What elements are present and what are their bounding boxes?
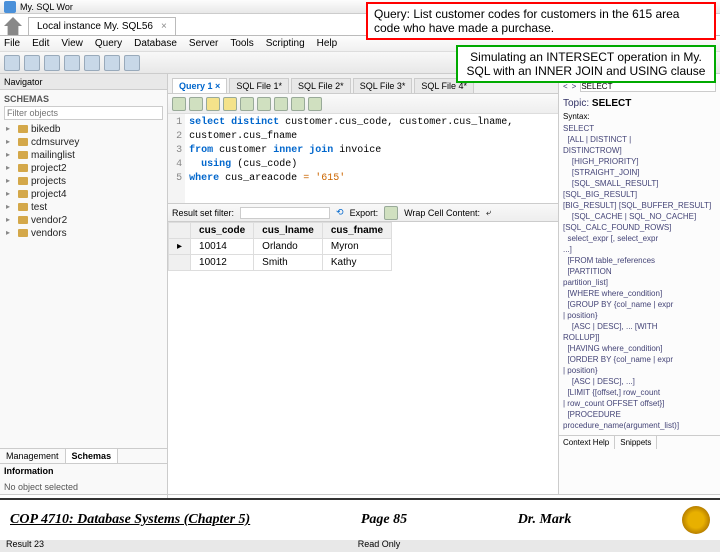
tab-schemas[interactable]: Schemas xyxy=(66,449,119,463)
database-icon xyxy=(18,190,28,198)
view-icon[interactable] xyxy=(84,55,100,71)
result-grid[interactable]: cus_code cus_lname cus_fname ▸ 10014 Orl… xyxy=(168,222,558,494)
editor-area: Query 1 × SQL File 1* SQL File 2* SQL Fi… xyxy=(168,74,558,494)
schema-item[interactable]: project4 xyxy=(4,188,163,201)
connection-tab[interactable]: Local instance My. SQL56 × xyxy=(28,17,176,35)
callout-query: Query: List customer codes for customers… xyxy=(366,2,716,40)
home-icon[interactable] xyxy=(4,17,22,35)
author: Dr. Mark xyxy=(518,512,572,528)
navigator-panel: Navigator SCHEMAS bikedb cdmsurvey maili… xyxy=(0,74,168,494)
schema-item[interactable]: mailinglist xyxy=(4,149,163,162)
col-header[interactable]: cus_lname xyxy=(254,223,323,239)
sql-toolbar xyxy=(168,94,558,114)
help-topic: Topic: SELECT xyxy=(563,98,716,109)
page-number: Page 85 xyxy=(361,512,407,528)
info-text: No object selected xyxy=(4,482,163,492)
ucf-logo-icon xyxy=(682,506,710,534)
schema-item[interactable]: cdmsurvey xyxy=(4,136,163,149)
schema-item[interactable]: vendors xyxy=(4,227,163,240)
menu-edit[interactable]: Edit xyxy=(32,38,49,49)
schema-item[interactable]: project2 xyxy=(4,162,163,175)
database-icon xyxy=(18,164,28,172)
database-icon xyxy=(18,125,28,133)
sql-tab-file2[interactable]: SQL File 2* xyxy=(291,78,351,93)
sql-tab-file1[interactable]: SQL File 1* xyxy=(229,78,289,93)
schema-filter[interactable] xyxy=(4,106,163,120)
help-tabs: Context Help Snippets xyxy=(558,435,720,449)
menu-scripting[interactable]: Scripting xyxy=(266,38,305,49)
explain-icon[interactable] xyxy=(240,97,254,111)
schema-list: bikedb cdmsurvey mailinglist project2 pr… xyxy=(4,123,163,240)
tab-context-help[interactable]: Context Help xyxy=(558,436,615,449)
database-icon xyxy=(18,138,28,146)
table-row[interactable]: ▸ 10014 Orlando Myron xyxy=(169,239,392,255)
col-header[interactable]: cus_fname xyxy=(322,223,391,239)
schemas-label: SCHEMAS xyxy=(4,94,163,104)
status-center: Read Only xyxy=(358,539,401,549)
sql-editor[interactable]: 12345 select distinct customer.cus_code,… xyxy=(168,114,558,204)
inspector-icon[interactable] xyxy=(44,55,60,71)
rollback-icon[interactable] xyxy=(291,97,305,111)
database-icon xyxy=(18,229,28,237)
info-header: Information xyxy=(4,466,163,476)
database-icon xyxy=(18,216,28,224)
menu-database[interactable]: Database xyxy=(134,38,177,49)
close-icon[interactable]: × xyxy=(161,21,167,32)
table-icon[interactable] xyxy=(64,55,80,71)
save-script-icon[interactable] xyxy=(189,97,203,111)
export-icon[interactable] xyxy=(384,206,398,220)
tab-snippets[interactable]: Snippets xyxy=(615,436,657,449)
table-row[interactable]: 10012 Smith Kathy xyxy=(169,255,392,271)
close-icon[interactable]: × xyxy=(215,81,220,91)
schema-item[interactable]: test xyxy=(4,201,163,214)
navigator-header: Navigator xyxy=(0,74,167,90)
line-gutter: 12345 xyxy=(168,114,185,203)
syntax-label: Syntax: xyxy=(563,112,716,121)
database-icon xyxy=(18,177,28,185)
menu-help[interactable]: Help xyxy=(317,38,338,49)
callout-note: Simulating an INTERSECT operation in My.… xyxy=(456,45,716,83)
schema-item[interactable]: vendor2 xyxy=(4,214,163,227)
procedure-icon[interactable] xyxy=(104,55,120,71)
menu-view[interactable]: View xyxy=(61,38,83,49)
new-sql-icon[interactable] xyxy=(4,55,20,71)
slide-footer: COP 4710: Database Systems (Chapter 5) P… xyxy=(0,498,720,540)
information-panel: Information No object selected xyxy=(0,463,167,494)
result-filter-input[interactable] xyxy=(240,207,330,219)
sql-tab-query1[interactable]: Query 1 × xyxy=(172,78,227,93)
menu-file[interactable]: File xyxy=(4,38,20,49)
wrap-label: Wrap Cell Content: xyxy=(404,208,480,218)
col-header[interactable]: cus_code xyxy=(191,223,254,239)
course-title: COP 4710: Database Systems (Chapter 5) xyxy=(10,512,250,528)
connection-tab-label: Local instance My. SQL56 xyxy=(37,21,153,32)
help-panel: < > Topic: SELECT Syntax: SELECT [ALL | … xyxy=(558,74,720,494)
tab-management[interactable]: Management xyxy=(0,449,66,463)
schema-item[interactable]: bikedb xyxy=(4,123,163,136)
execute-current-icon[interactable] xyxy=(223,97,237,111)
sql-tab-file3[interactable]: SQL File 3* xyxy=(353,78,413,93)
menu-tools[interactable]: Tools xyxy=(230,38,253,49)
wrap-icon[interactable]: ⤶ xyxy=(486,207,491,218)
result-toolbar: Result set filter: ⟲ Export: Wrap Cell C… xyxy=(168,204,558,222)
code-area[interactable]: select distinct customer.cus_code, custo… xyxy=(185,114,558,203)
help-syntax: SELECT [ALL | DISTINCT | DISTINCTROW] [H… xyxy=(563,123,716,431)
schema-item[interactable]: projects xyxy=(4,175,163,188)
export-label: Export: xyxy=(350,208,379,218)
function-icon[interactable] xyxy=(124,55,140,71)
commit-icon[interactable] xyxy=(274,97,288,111)
database-icon xyxy=(18,151,28,159)
database-icon xyxy=(18,203,28,211)
autocommit-icon[interactable] xyxy=(308,97,322,111)
execute-icon[interactable] xyxy=(206,97,220,111)
filter-label: Result set filter: xyxy=(172,208,234,218)
app-icon xyxy=(4,1,16,13)
stop-icon[interactable] xyxy=(257,97,271,111)
navigator-tabs: Management Schemas xyxy=(0,448,167,463)
open-sql-icon[interactable] xyxy=(24,55,40,71)
status-left: Result 23 xyxy=(6,539,44,549)
menu-server[interactable]: Server xyxy=(189,38,218,49)
menu-query[interactable]: Query xyxy=(95,38,122,49)
window-title: My. SQL Wor xyxy=(20,2,73,12)
open-script-icon[interactable] xyxy=(172,97,186,111)
